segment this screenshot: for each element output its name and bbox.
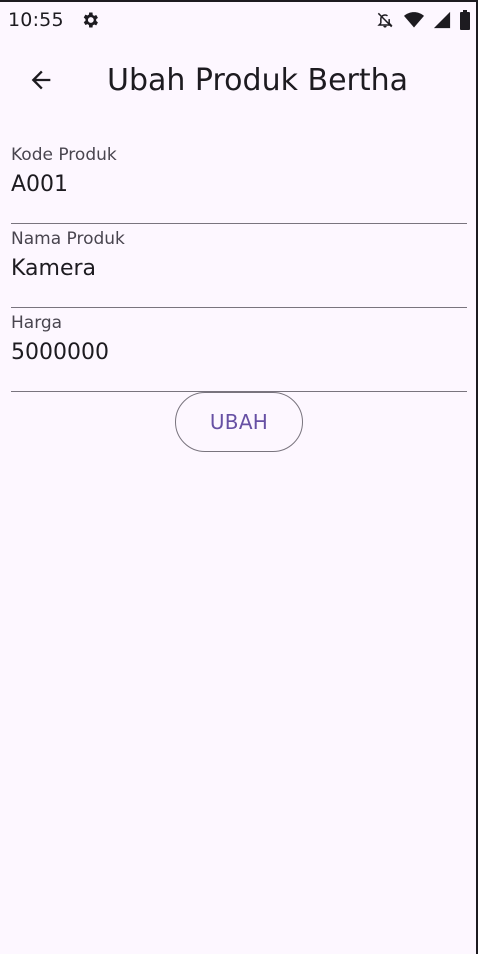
edit-product-form: Kode Produk Nama Produk Harga (11, 140, 467, 392)
page-title: Ubah Produk Bertha (107, 62, 409, 98)
nama-produk-field: Nama Produk (11, 224, 467, 308)
kode-produk-input[interactable] (11, 172, 467, 197)
app-bar: Ubah Produk Bertha (0, 48, 478, 112)
kode-produk-field: Kode Produk (11, 140, 467, 224)
cell-signal-icon (433, 11, 451, 29)
status-bar: 10:55 (0, 2, 478, 38)
kode-produk-label: Kode Produk (11, 145, 117, 165)
notifications-off-icon (375, 10, 395, 30)
wifi-icon (404, 11, 424, 29)
status-time: 10:55 (8, 9, 64, 31)
harga-input[interactable] (11, 340, 467, 365)
harga-field: Harga (11, 308, 467, 392)
settings-gear-icon (80, 10, 100, 30)
ubah-button[interactable]: UBAH (175, 392, 303, 452)
submit-button-row: UBAH (0, 392, 478, 452)
nama-produk-input[interactable] (11, 256, 467, 281)
status-icons (375, 10, 470, 30)
back-button[interactable] (21, 60, 61, 100)
nama-produk-label: Nama Produk (11, 229, 125, 249)
harga-label: Harga (11, 313, 63, 333)
battery-icon (460, 10, 470, 30)
arrow-back-icon (27, 66, 55, 94)
